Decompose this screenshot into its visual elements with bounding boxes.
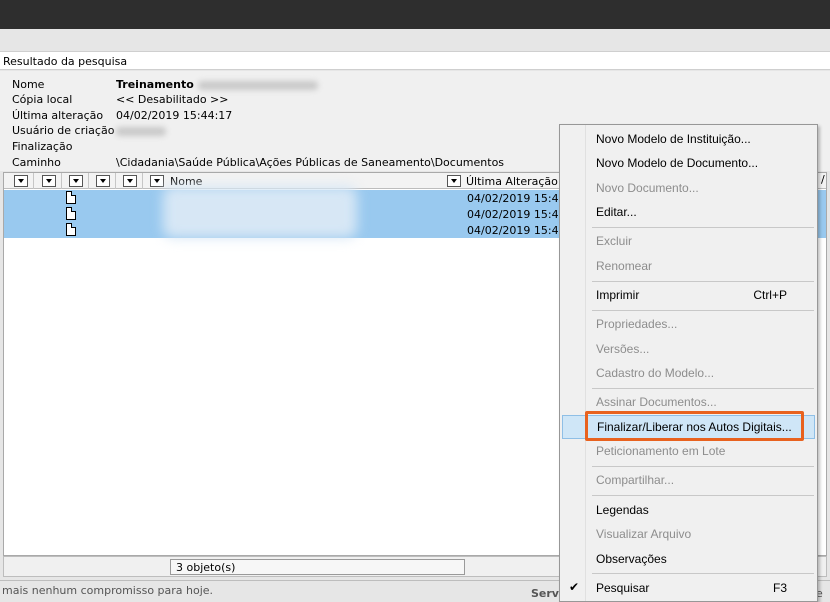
column-separator[interactable] (115, 173, 116, 189)
menu-separator (592, 466, 814, 467)
menu-item-imprimir[interactable]: Imprimir Ctrl+P (562, 283, 815, 307)
menu-item-versoes[interactable]: Versões... (562, 337, 815, 361)
menu-item-label: Peticionamento em Lote (596, 444, 726, 458)
panel-title-bar: Resultado da pesquisa (0, 51, 830, 70)
menu-item-compartilhar[interactable]: Compartilhar... (562, 468, 815, 492)
object-count: 3 objeto(s) (176, 561, 236, 574)
row-date: 04/02/2019 15:44: (467, 224, 570, 237)
document-icon (66, 207, 76, 220)
window-titlebar (0, 0, 830, 29)
row-date: 04/02/2019 15:44: (467, 192, 570, 205)
menu-item-label: Editar... (596, 205, 637, 219)
menu-item-label: Legendas (596, 503, 649, 517)
menu-item-legendas[interactable]: Legendas (562, 498, 815, 522)
info-value-copia: << Desabilitado >> (116, 93, 229, 106)
info-value-nome: Treinamento (116, 78, 318, 91)
info-label-finalizacao: Finalização (12, 140, 73, 153)
menu-item-label: Excluir (596, 234, 633, 248)
menu-item-peticionamento-lote[interactable]: Peticionamento em Lote (562, 439, 815, 463)
column-separator[interactable] (142, 173, 143, 189)
checkmark-icon: ✔ (569, 580, 580, 594)
menu-item-label: Renomear (596, 259, 653, 273)
info-label-caminho: Caminho (12, 156, 61, 169)
menu-item-label: Compartilhar... (596, 473, 675, 487)
menu-item-label: Assinar Documentos... (596, 395, 717, 409)
menu-item-label: Pesquisar (596, 581, 650, 595)
document-icon (66, 191, 76, 204)
info-value-caminho: \Cidadania\Saúde Pública\Ações Públicas … (116, 156, 505, 169)
menu-item-shortcut: F3 (772, 581, 787, 595)
info-label-ultima: Última alteração (12, 109, 104, 122)
column-filter-dropdown[interactable] (42, 175, 56, 187)
menu-item-label: Propriedades... (596, 317, 678, 331)
menu-item-novo-modelo-documento[interactable]: Novo Modelo de Documento... (562, 151, 815, 175)
info-value-ultima: 04/02/2019 15:44:17 (116, 109, 233, 122)
menu-item-pesquisar[interactable]: ✔ Pesquisar F3 (562, 576, 815, 600)
info-label-usuario: Usuário de criação (12, 124, 115, 137)
menu-item-excluir[interactable]: Excluir (562, 229, 815, 253)
column-separator[interactable] (33, 173, 34, 189)
menu-separator (592, 573, 814, 574)
menu-item-shortcut: Ctrl+P (753, 288, 787, 302)
menu-separator (592, 310, 814, 311)
toolbar-area (0, 29, 830, 50)
menu-item-renomear[interactable]: Renomear (562, 254, 815, 278)
column-filter-dropdown[interactable] (96, 175, 110, 187)
menu-item-propriedades[interactable]: Propriedades... (562, 312, 815, 336)
column-filter-dropdown[interactable] (123, 175, 137, 187)
menu-item-label: Novo Modelo de Documento... (596, 156, 759, 170)
column-filter-dropdown[interactable] (69, 175, 83, 187)
menu-item-editar[interactable]: Editar... (562, 200, 815, 224)
footer-tail: e d (816, 587, 823, 602)
info-value-usuario (116, 124, 166, 137)
menu-item-label: Versões... (596, 342, 650, 356)
document-icon (66, 223, 76, 236)
context-menu: Novo Modelo de Instituição... Novo Model… (559, 124, 818, 602)
redacted-names (163, 186, 357, 238)
column-filter-dropdown-nome[interactable] (150, 175, 164, 187)
menu-separator (592, 495, 814, 496)
menu-item-novo-modelo-instituicao[interactable]: Novo Modelo de Instituição... (562, 127, 815, 151)
info-label-nome: Nome (12, 78, 45, 91)
menu-item-label: Cadastro do Modelo... (596, 366, 715, 380)
column-filter-dropdown[interactable] (14, 175, 28, 187)
menu-item-label: Observações (596, 552, 667, 566)
menu-item-label: Visualizar Arquivo (596, 527, 692, 541)
column-separator[interactable] (88, 173, 89, 189)
menu-separator (592, 281, 814, 282)
footer-message: mais nenhum compromisso para hoje. (2, 584, 214, 597)
menu-item-label: Novo Documento... (596, 181, 699, 195)
column-filter-dropdown-ultima[interactable] (447, 175, 461, 187)
menu-separator (592, 388, 814, 389)
menu-item-label: Novo Modelo de Instituição... (596, 132, 751, 146)
column-header-ultima-alteracao[interactable]: Última Alteração (466, 175, 558, 188)
menu-item-label: Imprimir (596, 288, 640, 302)
column-header-extra: / (821, 173, 825, 186)
menu-item-visualizar-arquivo[interactable]: Visualizar Arquivo (562, 522, 815, 546)
highlight-annotation (585, 411, 804, 441)
panel-title: Resultado da pesquisa (3, 55, 128, 68)
column-separator[interactable] (61, 173, 62, 189)
menu-item-novo-documento[interactable]: Novo Documento... (562, 176, 815, 200)
row-date: 04/02/2019 15:44: (467, 208, 570, 221)
info-label-copia: Cópia local (12, 93, 73, 106)
menu-item-cadastro-modelo[interactable]: Cadastro do Modelo... (562, 361, 815, 385)
object-count-box: 3 objeto(s) (170, 559, 465, 575)
menu-item-observacoes[interactable]: Observações (562, 547, 815, 571)
menu-separator (592, 227, 814, 228)
